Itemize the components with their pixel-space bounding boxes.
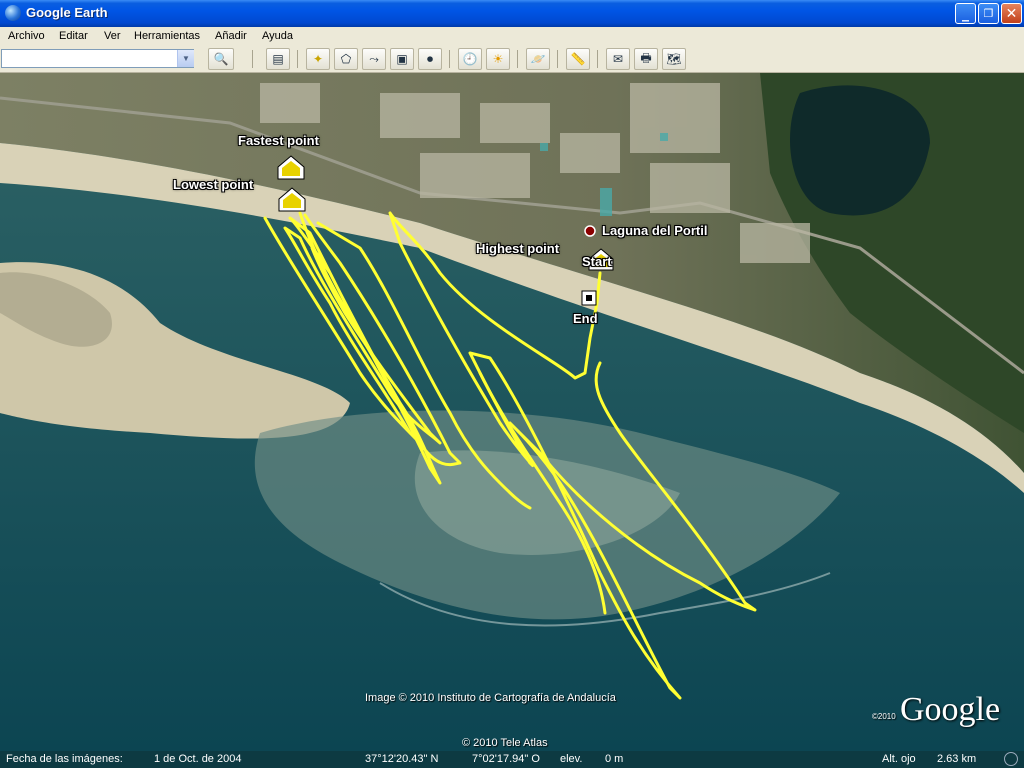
- menu-ayuda[interactable]: Ayuda: [262, 30, 293, 42]
- menu-ver[interactable]: Ver: [104, 30, 121, 42]
- latitude: 37°12'20.43" N: [365, 753, 439, 765]
- search-dropdown: ▼: [1, 49, 194, 68]
- historical-imagery-button[interactable]: 🕘: [458, 48, 482, 70]
- eye-altitude-label: Alt. ojo: [882, 753, 916, 765]
- track-path: [388, 211, 757, 700]
- print-icon: 🖶: [640, 50, 652, 65]
- sun-icon: ☀: [492, 52, 504, 66]
- close-icon: ✕: [1005, 5, 1018, 22]
- imagery-date-value: 1 de Oct. de 2004: [154, 753, 242, 765]
- end-marker-icon: [581, 290, 597, 306]
- email-icon: ✉: [612, 52, 624, 66]
- view-in-maps-button[interactable]: 🗺: [662, 48, 686, 70]
- menu-bar: Archivo Editar Ver Herramientas Añadir A…: [0, 27, 1024, 46]
- print-button[interactable]: 🖶: [634, 48, 658, 70]
- planets-button[interactable]: 🪐: [526, 48, 550, 70]
- add-path-button[interactable]: ⤳: [362, 48, 386, 70]
- toolbar-separator: [297, 50, 298, 68]
- highest-point-label[interactable]: Highest point: [476, 241, 559, 256]
- search-button[interactable]: 🔍: [208, 48, 234, 70]
- google-earth-icon: [5, 5, 21, 21]
- minimize-button[interactable]: _: [955, 3, 976, 24]
- menu-editar[interactable]: Editar: [59, 30, 88, 42]
- lowest-point-label[interactable]: Lowest point: [173, 177, 253, 192]
- search-icon: 🔍: [213, 52, 229, 66]
- polygon-icon: ⬠: [340, 52, 352, 66]
- status-bar: Fecha de las imágenes: 1 de Oct. de 2004…: [0, 751, 1024, 768]
- toolbar: ▼ 🔍 ▤ ✦ ⬠ ⤳ ▣ ⏺ 🕘 ☀ 🪐 📏 ✉ 🖶 🗺: [0, 46, 1024, 73]
- logo-year: ©2010: [872, 712, 896, 721]
- record-tour-button[interactable]: ⏺: [418, 48, 442, 70]
- add-overlay-button[interactable]: ▣: [390, 48, 414, 70]
- track-path: [263, 216, 442, 445]
- ruler-button[interactable]: 📏: [566, 48, 590, 70]
- record-tour-icon: ⏺: [426, 51, 433, 66]
- toolbar-separator: [557, 50, 558, 68]
- tele-atlas-credit: © 2010 Tele Atlas: [462, 737, 548, 749]
- path-icon: ⤳: [369, 51, 379, 66]
- track-path: [316, 221, 532, 510]
- elevation-value: 0 m: [605, 753, 624, 765]
- placemark-icon: ✦: [312, 52, 324, 66]
- google-logo: Google: [900, 691, 1001, 728]
- add-placemark-button[interactable]: ✦: [306, 48, 330, 70]
- toolbar-separator: [252, 50, 253, 68]
- sidebar-icon: ▤: [272, 52, 284, 66]
- toolbar-separator: [597, 50, 598, 68]
- menu-archivo[interactable]: Archivo: [8, 30, 45, 42]
- toolbar-separator: [517, 50, 518, 68]
- track-path: [478, 371, 607, 615]
- clock-icon: 🕘: [462, 52, 478, 66]
- image-credit: Image © 2010 Instituto de Cartografía de…: [365, 692, 616, 704]
- add-polygon-button[interactable]: ⬠: [334, 48, 358, 70]
- menu-anadir[interactable]: Añadir: [215, 30, 247, 42]
- imagery-date-label: Fecha de las imágenes:: [6, 753, 123, 765]
- email-button[interactable]: ✉: [606, 48, 630, 70]
- window-title: Google Earth: [26, 5, 108, 20]
- sunlight-button[interactable]: ☀: [486, 48, 510, 70]
- eye-altitude-value: 2.63 km: [937, 753, 977, 765]
- restore-button[interactable]: ❐: [978, 3, 999, 24]
- planet-icon: 🪐: [530, 52, 546, 66]
- longitude: 7°02'17.94" O: [472, 753, 540, 765]
- chevron-down-icon[interactable]: ▼: [177, 50, 194, 67]
- sidebar-toggle-button[interactable]: ▤: [266, 48, 290, 70]
- maps-icon: 🗺: [666, 52, 682, 66]
- minimize-icon: _: [962, 5, 969, 22]
- start-label[interactable]: Start: [582, 254, 612, 269]
- streaming-indicator-icon: [1004, 752, 1018, 766]
- menu-herramientas[interactable]: Herramientas: [134, 30, 200, 42]
- pin-icon: [584, 225, 596, 237]
- house-icon: [278, 187, 306, 212]
- house-icon: [277, 155, 305, 180]
- place-label[interactable]: Laguna del Portil: [602, 223, 707, 238]
- restore-icon: ❐: [983, 7, 994, 20]
- overlay-icon: ▣: [396, 52, 408, 66]
- elevation-label: elev.: [560, 753, 583, 765]
- fastest-point-label[interactable]: Fastest point: [238, 133, 319, 148]
- title-bar[interactable]: Google Earth _ ❐ ✕: [0, 0, 1024, 27]
- end-label[interactable]: End: [573, 311, 598, 326]
- map-view[interactable]: Fastest point Lowest point Highest point…: [0, 73, 1024, 751]
- ruler-icon: 📏: [570, 52, 586, 66]
- gps-track: [263, 155, 757, 700]
- toolbar-separator: [449, 50, 450, 68]
- close-button[interactable]: ✕: [1001, 3, 1022, 24]
